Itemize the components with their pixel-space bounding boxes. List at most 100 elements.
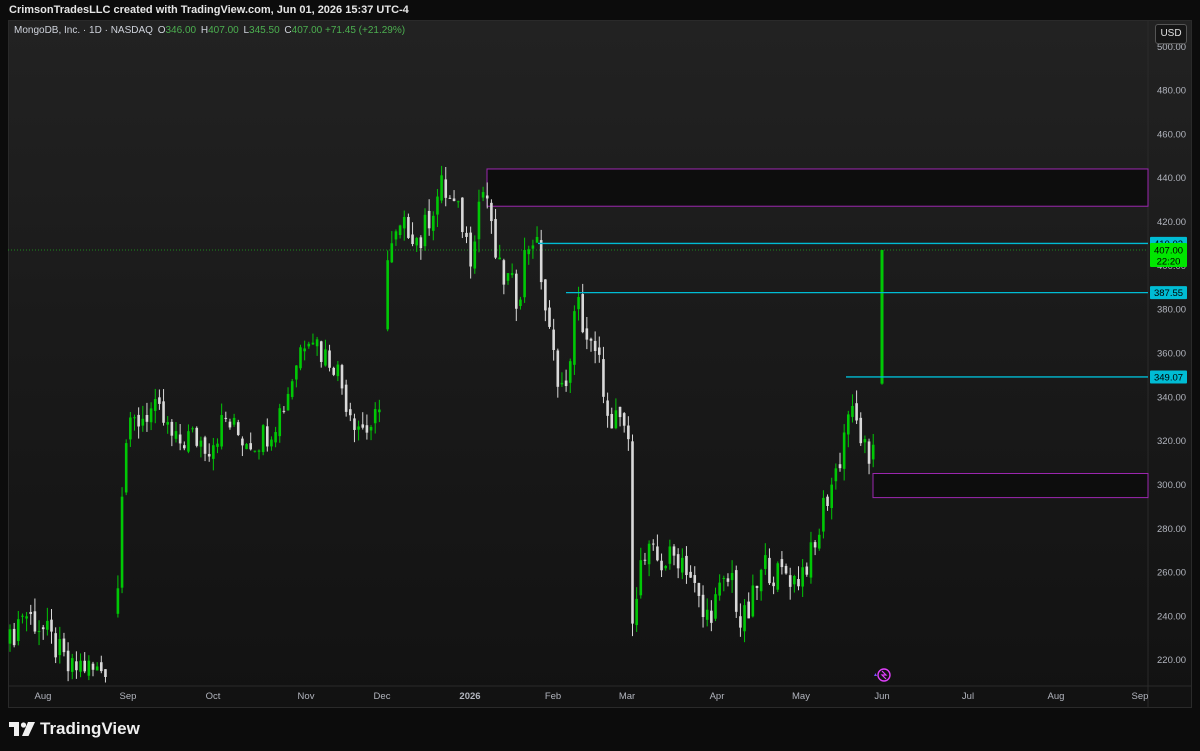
candle-body [573, 311, 576, 365]
candle-body [759, 569, 763, 592]
candle-body [664, 565, 667, 569]
price-chart-svg[interactable]: 220.00 240.00 260.00 280.00 300.00 320.00 340.… [0, 0, 1200, 751]
y-tick-label: 360.00 [1157, 349, 1186, 360]
candle-body [627, 425, 630, 440]
candle-body [676, 554, 680, 569]
candle-body [232, 417, 236, 425]
candle-body [236, 422, 240, 435]
x-tick-label: Dec [374, 691, 391, 702]
candle-body [266, 426, 269, 447]
candle-body [390, 243, 394, 263]
candle-body [581, 294, 584, 333]
candle-body [589, 338, 593, 341]
candle-body [639, 560, 643, 596]
candle-body [788, 575, 792, 587]
candle-body [249, 443, 252, 450]
candle-body [129, 417, 132, 440]
candle-body [793, 576, 796, 585]
candle-body [660, 560, 663, 571]
candle-body [651, 543, 655, 545]
event-spark [874, 673, 877, 676]
candle-body [577, 296, 580, 310]
tradingview-logo[interactable]: TradingView [9, 718, 140, 740]
candle-body [344, 384, 348, 412]
candle-body [66, 650, 70, 672]
symbol-title: MongoDB, Inc. · 1D · NASDAQ [14, 25, 153, 36]
candle-body [718, 582, 721, 596]
candle-body [452, 198, 456, 201]
candle-body [199, 440, 203, 447]
candle-body [714, 594, 717, 619]
close-label: C [284, 25, 292, 36]
candle-body [402, 217, 406, 229]
candle-body [668, 546, 672, 564]
candle-body [693, 575, 697, 583]
candle-body [722, 578, 726, 580]
candle-body [506, 273, 510, 281]
symbol-legend: MongoDB, Inc. · 1D · NASDAQ O346.00 H407… [14, 25, 405, 36]
y-tick-label: 240.00 [1157, 611, 1186, 622]
event-bolt [880, 670, 888, 680]
candle-body [481, 192, 485, 198]
candle-body [444, 179, 448, 198]
candle-body [307, 343, 311, 347]
candle-body [166, 422, 169, 425]
candle-body [394, 231, 398, 240]
candle-body [398, 225, 402, 236]
candle-body [697, 582, 701, 596]
open-value: 346.00 [165, 25, 197, 36]
candle-body [373, 409, 377, 424]
level-price-label: 349.07 [1154, 372, 1183, 383]
candle-body [436, 196, 439, 215]
candle-body [137, 414, 140, 427]
candle-body [855, 403, 858, 421]
candle-body [8, 629, 12, 644]
tradingview-brand: TradingView [40, 719, 140, 738]
candle-body [357, 426, 360, 430]
candle-body [216, 443, 219, 447]
candle-body [149, 408, 153, 423]
candle-body [510, 273, 514, 276]
candle-body [523, 249, 526, 298]
candle-body [726, 578, 730, 582]
candle-body [830, 484, 833, 509]
high-value: 407.00 [208, 25, 239, 36]
candle-body [813, 542, 817, 548]
candle-body [33, 611, 37, 632]
candle-body [70, 658, 74, 672]
candle-body [340, 365, 344, 389]
candle-body [689, 571, 692, 578]
candle-body [41, 627, 45, 630]
candle-body [203, 437, 207, 454]
x-tick-label: Jul [962, 691, 974, 702]
x-tick-label: Nov [298, 691, 315, 702]
candle-body [270, 439, 273, 447]
candle-body [485, 195, 489, 199]
candle-body [133, 417, 136, 419]
candle-body [224, 417, 228, 419]
candle-body [606, 400, 609, 416]
candle-body [295, 365, 298, 380]
candle-body [290, 381, 294, 397]
candle-body [365, 425, 369, 433]
candle-body [610, 413, 614, 429]
candle-body [564, 380, 568, 387]
y-tick-label: 320.00 [1157, 436, 1186, 447]
candle-body [158, 397, 161, 404]
candle-body [797, 578, 800, 587]
candle-body [315, 339, 319, 347]
candle-body [598, 347, 601, 355]
candle-body [755, 585, 759, 589]
candle-body [751, 585, 755, 617]
candle-body [241, 438, 244, 446]
candle-body [21, 615, 24, 617]
candle-body [336, 364, 340, 377]
candle-body [685, 555, 688, 576]
candle-body [319, 341, 323, 362]
candle-body [817, 534, 821, 549]
close-value: 407.00 [291, 25, 323, 36]
candle-body [809, 542, 813, 578]
change-value: +71.45 (+21.29%) [325, 25, 406, 36]
candle-body [95, 666, 99, 671]
currency-button[interactable]: USD [1155, 24, 1187, 44]
